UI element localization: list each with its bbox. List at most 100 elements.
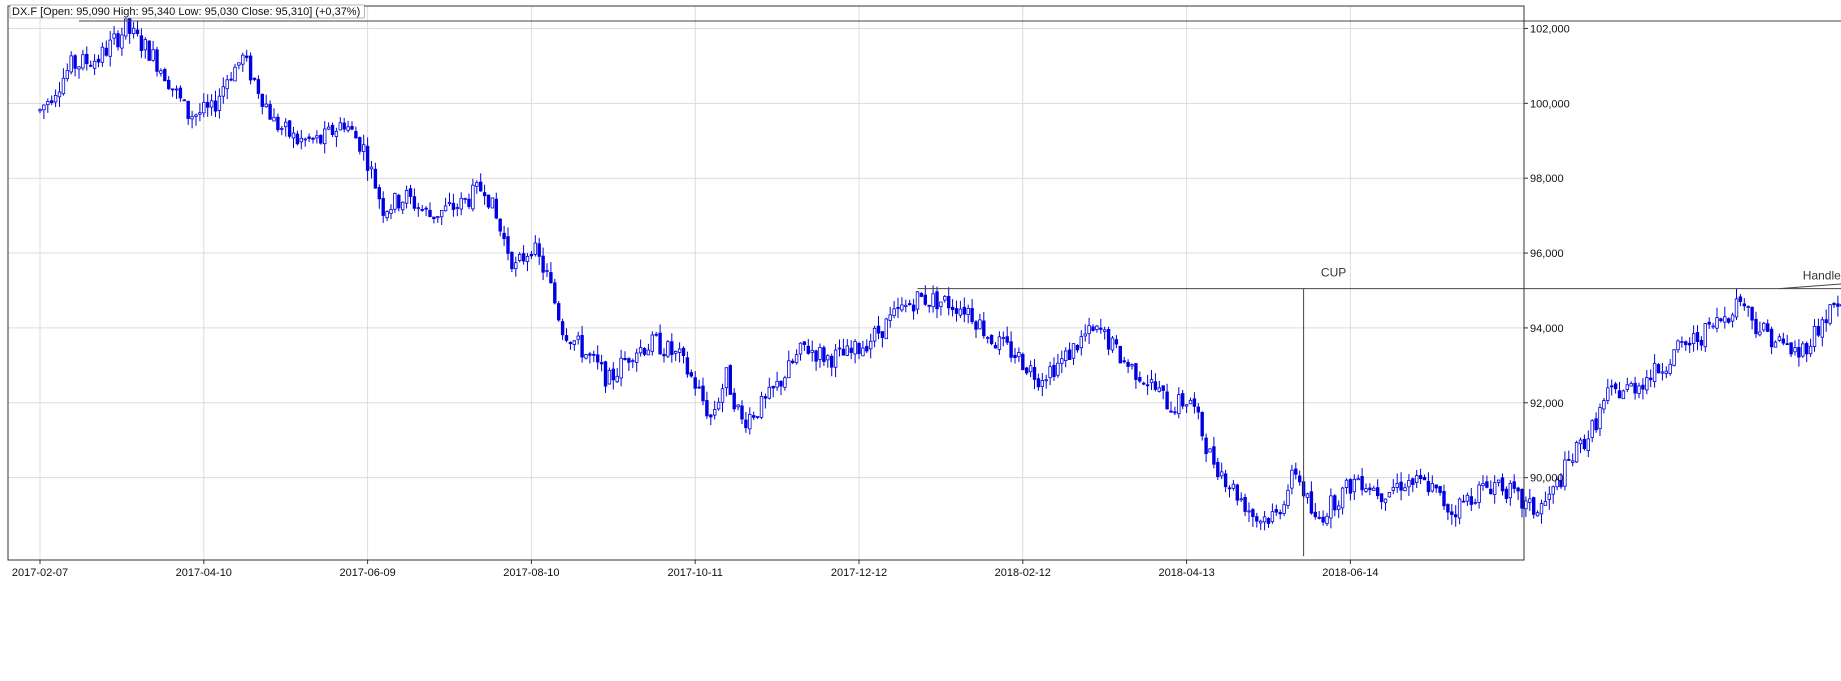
candle-body	[190, 116, 194, 120]
candle-body	[728, 365, 732, 395]
candle	[666, 339, 670, 359]
candle	[1836, 295, 1840, 317]
candle-body	[174, 88, 179, 91]
candle-body	[1715, 317, 1719, 329]
candle-body	[408, 188, 413, 197]
candle-body	[1173, 411, 1177, 414]
candle-body	[638, 347, 643, 354]
candle	[163, 67, 167, 82]
candle	[1808, 338, 1813, 357]
candle-body	[354, 131, 358, 139]
candle-body	[1758, 331, 1762, 336]
candle-body	[1251, 509, 1255, 518]
candle-body	[713, 409, 717, 416]
candle-body	[1621, 390, 1626, 400]
candle	[557, 301, 561, 322]
candle	[1649, 369, 1653, 388]
candle-body	[533, 242, 537, 255]
candle-body	[1742, 303, 1746, 307]
candle-body	[377, 187, 381, 200]
candle-body	[1489, 488, 1493, 495]
candle-body	[1571, 460, 1575, 463]
candle-body	[642, 348, 647, 355]
candle	[1535, 510, 1540, 517]
candle-body	[397, 194, 401, 209]
candle-body	[443, 205, 448, 212]
candle-body	[744, 419, 748, 429]
candle-body	[389, 208, 393, 214]
candle-body	[478, 181, 483, 192]
candle-body	[1044, 379, 1048, 382]
candle-body	[1652, 362, 1657, 382]
candle-body	[57, 91, 62, 98]
candle	[1118, 345, 1122, 364]
candle	[1532, 496, 1536, 519]
candle-body	[1664, 370, 1668, 374]
candle-body	[1021, 353, 1025, 371]
plot-area	[8, 6, 1524, 560]
candle-body	[537, 243, 541, 257]
candlestick-chart[interactable]: CUP Handle 90,000 92,000 94,000 96,000 98,000…	[0, 0, 1841, 681]
candle-body	[724, 367, 729, 389]
candle-body	[1212, 446, 1216, 465]
candle-body	[486, 194, 491, 208]
candle-body	[89, 64, 93, 67]
candle	[1695, 325, 1700, 351]
candle-body	[358, 137, 362, 152]
candle-body	[1208, 448, 1212, 453]
candle	[1208, 447, 1212, 453]
candle-body	[1383, 498, 1388, 504]
candle-body	[1216, 461, 1220, 478]
candle	[1563, 451, 1567, 491]
candle-body	[451, 202, 456, 210]
candle-body	[252, 77, 257, 80]
candle-body	[53, 94, 58, 103]
candle-body	[334, 130, 339, 138]
candle	[1656, 363, 1661, 374]
candle-body	[654, 333, 658, 336]
candle-body	[412, 196, 417, 209]
candle-body	[1645, 377, 1649, 391]
x-tick-label: 2017-04-10	[176, 567, 232, 579]
candle	[490, 197, 495, 209]
candle-body	[693, 377, 697, 389]
candle	[1789, 342, 1793, 358]
candle-body	[1461, 500, 1466, 503]
candle-body	[1695, 332, 1700, 342]
candle-body	[1321, 516, 1325, 523]
candle-body	[112, 33, 116, 39]
candle-body	[869, 340, 873, 350]
candle-body	[908, 303, 912, 306]
candle-body	[1138, 377, 1142, 382]
candle-body	[361, 144, 366, 152]
candle	[1730, 312, 1735, 328]
candle-body	[666, 341, 670, 357]
candle-body	[1442, 490, 1446, 507]
candle-body	[806, 345, 810, 354]
candle-body	[627, 358, 631, 363]
candle-body	[1333, 495, 1337, 511]
candle-body	[342, 122, 346, 130]
candle-body	[1676, 340, 1680, 351]
candle-body	[888, 314, 892, 321]
candle	[1832, 302, 1836, 308]
candle-body	[1079, 336, 1083, 349]
candle-body	[568, 341, 573, 345]
candle-body	[943, 296, 947, 301]
candle	[1672, 349, 1676, 367]
candle-body	[1313, 511, 1317, 518]
candle	[1590, 419, 1594, 443]
candle	[1719, 317, 1723, 323]
candle-body	[85, 53, 89, 65]
candle-body	[1473, 501, 1477, 504]
candle-body	[1485, 481, 1489, 488]
candle-body	[896, 307, 900, 309]
candle-body	[510, 252, 514, 270]
candle-body	[939, 301, 943, 308]
candle-body	[1574, 442, 1579, 463]
y-tick-label: 102,000	[1530, 23, 1570, 35]
candle-body	[77, 66, 81, 70]
candle	[607, 367, 612, 385]
candle-body	[404, 189, 409, 204]
candle-body	[194, 114, 198, 117]
